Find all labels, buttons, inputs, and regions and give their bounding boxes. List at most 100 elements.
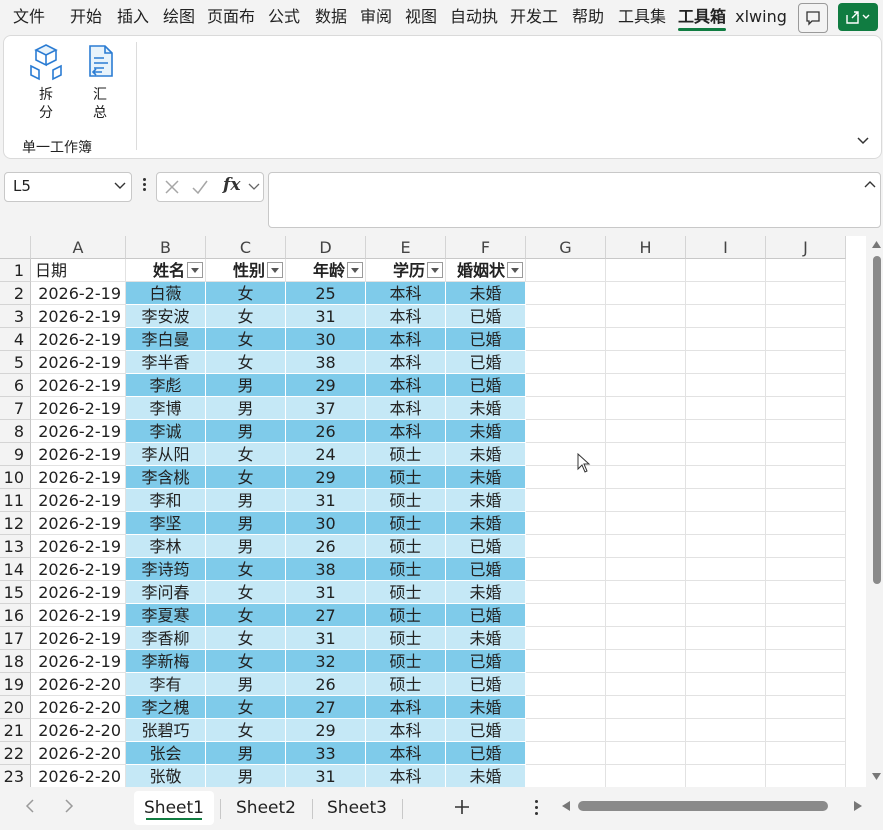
table-cell[interactable] bbox=[686, 581, 766, 604]
table-cell[interactable] bbox=[606, 420, 686, 443]
row-header[interactable]: 8 bbox=[0, 420, 31, 443]
table-cell[interactable] bbox=[766, 719, 846, 742]
table-cell-gender[interactable]: 女 bbox=[206, 696, 286, 719]
sheet-tab-sheet1[interactable]: Sheet1 bbox=[134, 791, 214, 825]
table-cell-date[interactable]: 2026-2-19 bbox=[31, 351, 126, 374]
table-cell[interactable] bbox=[526, 282, 606, 305]
column-header[interactable]: A bbox=[31, 236, 126, 259]
table-cell-marital[interactable]: 已婚 bbox=[446, 650, 526, 673]
ribbon-collapse-icon[interactable] bbox=[856, 136, 870, 146]
table-cell-date[interactable]: 2026-2-19 bbox=[31, 282, 126, 305]
table-cell-age[interactable]: 30 bbox=[286, 328, 366, 351]
row-header[interactable]: 11 bbox=[0, 489, 31, 512]
table-cell-marital[interactable]: 已婚 bbox=[446, 719, 526, 742]
table-cell-edu[interactable]: 本科 bbox=[366, 374, 446, 397]
table-cell-gender[interactable]: 女 bbox=[206, 604, 286, 627]
table-cell[interactable] bbox=[766, 558, 846, 581]
table-cell[interactable] bbox=[606, 512, 686, 535]
table-cell[interactable] bbox=[766, 489, 846, 512]
table-cell-marital[interactable]: 未婚 bbox=[446, 512, 526, 535]
table-cell-edu[interactable]: 硕士 bbox=[366, 443, 446, 466]
table-cell[interactable] bbox=[606, 328, 686, 351]
table-cell-edu[interactable]: 硕士 bbox=[366, 673, 446, 696]
table-cell-marital[interactable]: 已婚 bbox=[446, 535, 526, 558]
more-options-icon[interactable] bbox=[535, 799, 539, 817]
column-header[interactable]: G bbox=[526, 236, 606, 259]
table-cell[interactable] bbox=[766, 604, 846, 627]
ribbon-tab-5[interactable]: 公式 bbox=[262, 0, 306, 34]
vertical-scrollbar[interactable] bbox=[870, 236, 883, 787]
table-header-cell[interactable]: 姓名 bbox=[126, 259, 206, 282]
ribbon-tab-0[interactable]: 文件 bbox=[4, 0, 54, 34]
table-cell-age[interactable]: 31 bbox=[286, 581, 366, 604]
table-cell-marital[interactable]: 未婚 bbox=[446, 765, 526, 787]
table-cell-gender[interactable]: 女 bbox=[206, 627, 286, 650]
table-cell-marital[interactable]: 未婚 bbox=[446, 627, 526, 650]
add-sheet-icon[interactable] bbox=[454, 799, 470, 815]
table-cell-gender[interactable]: 女 bbox=[206, 443, 286, 466]
column-header[interactable]: I bbox=[686, 236, 766, 259]
table-cell-name[interactable]: 李博 bbox=[126, 397, 206, 420]
table-cell-name[interactable]: 李香柳 bbox=[126, 627, 206, 650]
table-cell-gender[interactable]: 女 bbox=[206, 282, 286, 305]
table-cell-edu[interactable]: 硕士 bbox=[366, 558, 446, 581]
table-cell-edu[interactable]: 本科 bbox=[366, 397, 446, 420]
name-box[interactable]: L5 bbox=[4, 172, 132, 202]
table-cell-name[interactable]: 李新梅 bbox=[126, 650, 206, 673]
table-cell-age[interactable]: 26 bbox=[286, 673, 366, 696]
table-cell[interactable] bbox=[606, 696, 686, 719]
table-cell[interactable] bbox=[686, 420, 766, 443]
share-button[interactable] bbox=[838, 3, 878, 31]
table-cell-gender[interactable]: 男 bbox=[206, 742, 286, 765]
table-cell[interactable] bbox=[766, 282, 846, 305]
table-cell-date[interactable]: 2026-2-19 bbox=[31, 512, 126, 535]
table-cell[interactable] bbox=[606, 535, 686, 558]
table-cell-date[interactable]: 2026-2-19 bbox=[31, 535, 126, 558]
table-cell[interactable] bbox=[526, 558, 606, 581]
table-cell[interactable] bbox=[526, 466, 606, 489]
table-cell-age[interactable]: 31 bbox=[286, 489, 366, 512]
table-cell[interactable] bbox=[766, 581, 846, 604]
table-cell[interactable] bbox=[686, 765, 766, 787]
table-cell-edu[interactable]: 本科 bbox=[366, 765, 446, 787]
chevron-up-icon[interactable] bbox=[864, 180, 876, 188]
table-cell[interactable] bbox=[606, 397, 686, 420]
table-cell-date[interactable]: 2026-2-20 bbox=[31, 765, 126, 787]
ribbon-tab-12[interactable]: 工具集 bbox=[614, 0, 670, 34]
table-cell-edu[interactable]: 硕士 bbox=[366, 512, 446, 535]
column-header[interactable]: J bbox=[766, 236, 846, 259]
table-cell-age[interactable]: 29 bbox=[286, 719, 366, 742]
table-cell-age[interactable]: 31 bbox=[286, 765, 366, 787]
table-cell[interactable] bbox=[606, 351, 686, 374]
table-cell-gender[interactable]: 女 bbox=[206, 466, 286, 489]
table-cell-gender[interactable]: 女 bbox=[206, 351, 286, 374]
table-cell[interactable] bbox=[606, 305, 686, 328]
scroll-down-icon[interactable] bbox=[872, 773, 881, 780]
scroll-right-icon[interactable] bbox=[854, 801, 862, 811]
table-cell-age[interactable]: 33 bbox=[286, 742, 366, 765]
row-header[interactable]: 7 bbox=[0, 397, 31, 420]
chevron-down-icon[interactable] bbox=[114, 182, 126, 190]
table-cell-age[interactable]: 37 bbox=[286, 397, 366, 420]
row-header[interactable]: 14 bbox=[0, 558, 31, 581]
table-cell[interactable] bbox=[526, 374, 606, 397]
table-cell-date[interactable]: 2026-2-19 bbox=[31, 443, 126, 466]
table-cell[interactable] bbox=[686, 696, 766, 719]
sheet-tab-sheet2[interactable]: Sheet2 bbox=[226, 791, 306, 825]
table-cell-marital[interactable]: 未婚 bbox=[446, 696, 526, 719]
filter-dropdown-icon[interactable] bbox=[187, 262, 203, 278]
row-header[interactable]: 4 bbox=[0, 328, 31, 351]
table-cell[interactable] bbox=[606, 673, 686, 696]
table-cell-gender[interactable]: 男 bbox=[206, 512, 286, 535]
scroll-left-icon[interactable] bbox=[562, 801, 570, 811]
vertical-scroll-thumb[interactable] bbox=[873, 256, 881, 584]
table-cell[interactable] bbox=[766, 696, 846, 719]
filter-dropdown-icon[interactable] bbox=[427, 262, 443, 278]
table-cell-edu[interactable]: 硕士 bbox=[366, 627, 446, 650]
table-cell-age[interactable]: 24 bbox=[286, 443, 366, 466]
ribbon-tab-11[interactable]: 帮助 bbox=[566, 0, 610, 34]
row-header[interactable]: 10 bbox=[0, 466, 31, 489]
row-header[interactable]: 5 bbox=[0, 351, 31, 374]
table-cell-edu[interactable]: 硕士 bbox=[366, 650, 446, 673]
ribbon-tab-2[interactable]: 插入 bbox=[112, 0, 154, 34]
